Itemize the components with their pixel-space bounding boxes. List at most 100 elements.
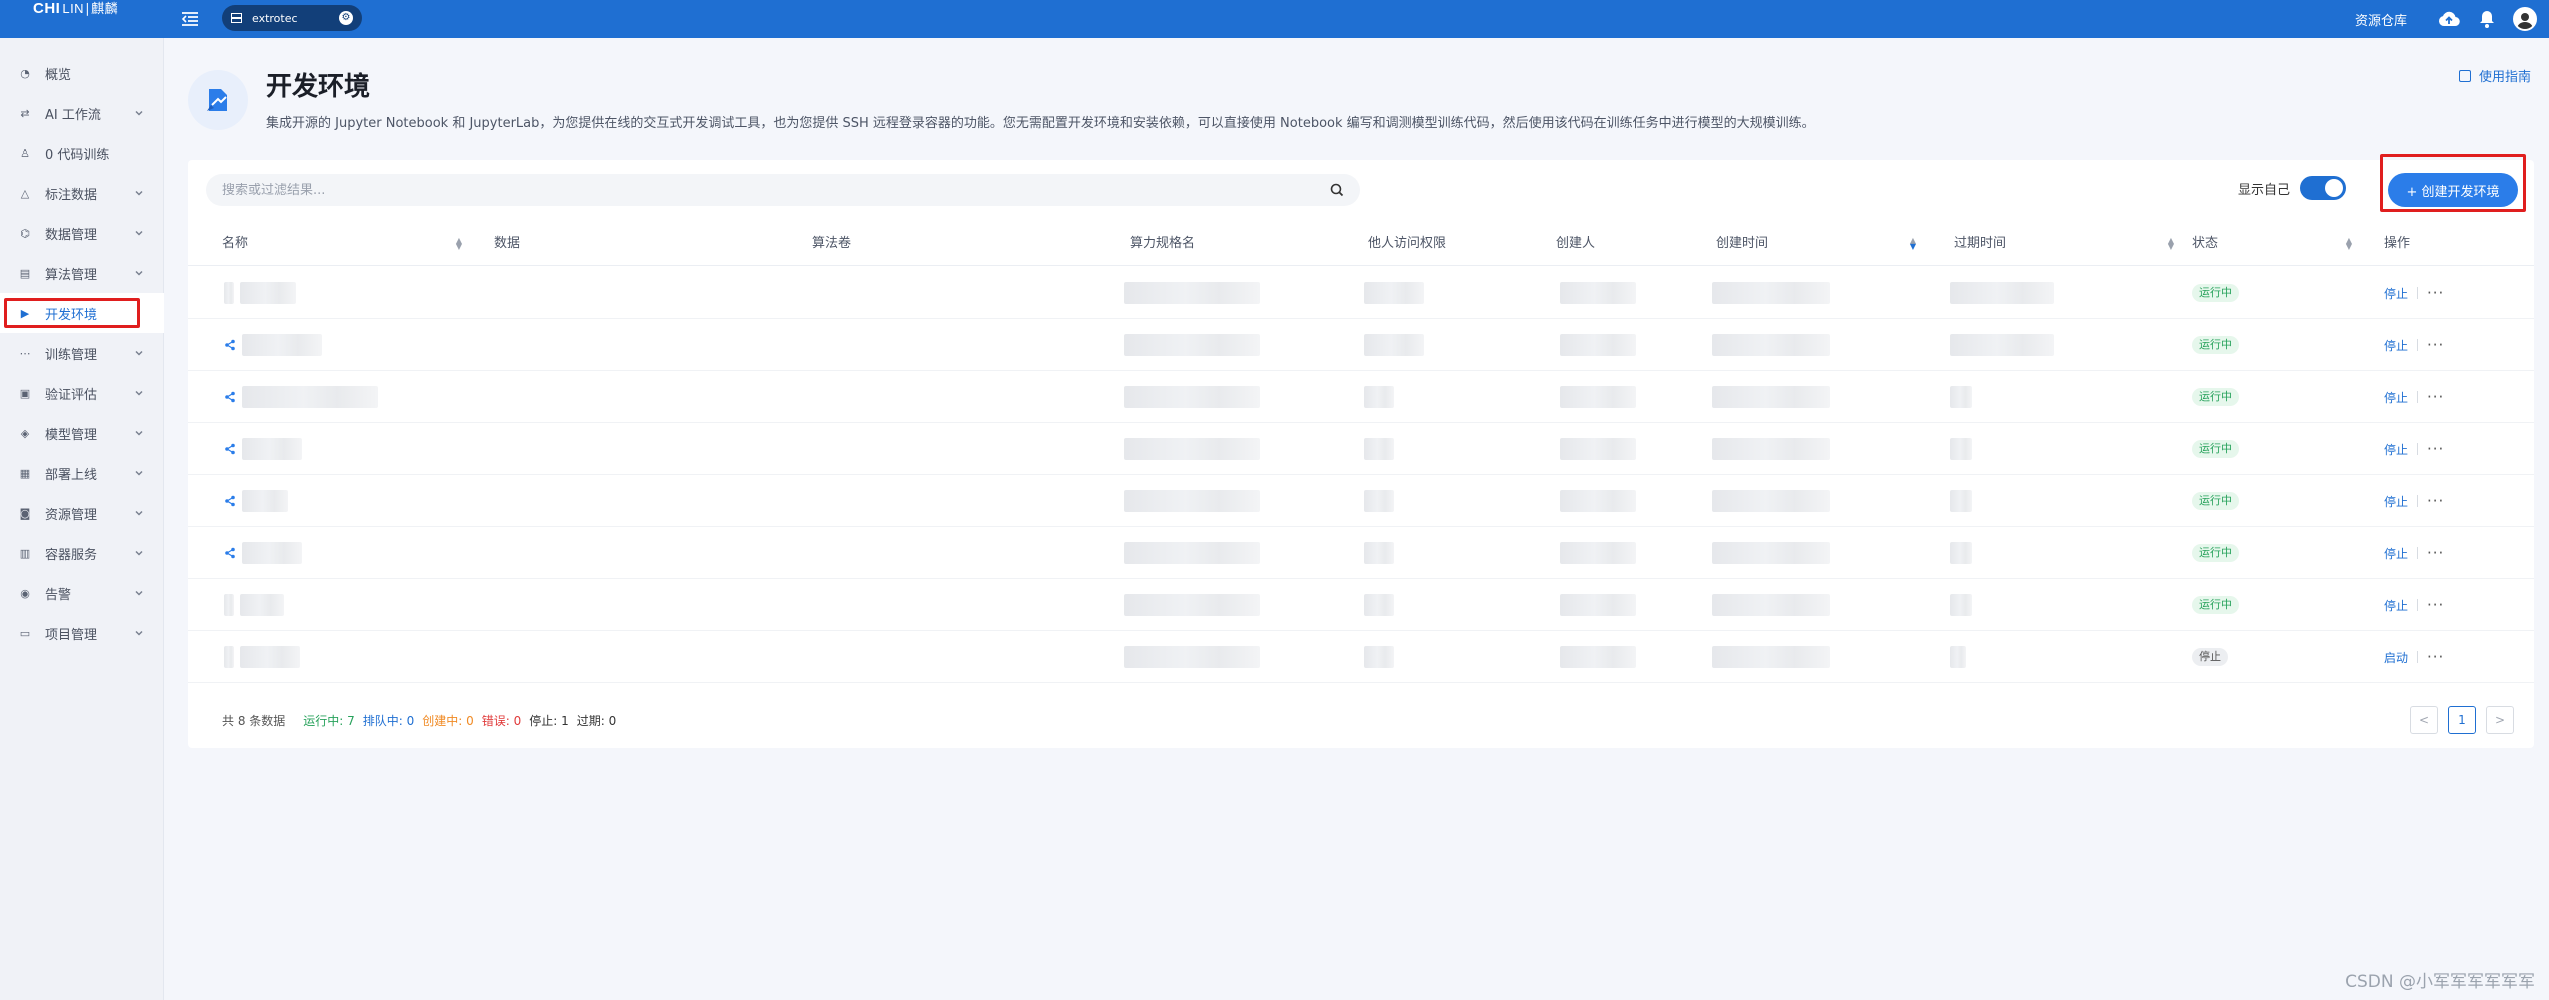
table-row[interactable]: 停止 启动 ··· [188,631,2534,683]
expired-count: 过期: 0 [576,714,617,728]
more-actions-icon[interactable]: ··· [2427,286,2444,301]
chevron-down-icon[interactable] [134,348,144,358]
action-divider [2417,547,2419,559]
actions-cell: 停止 ··· [2384,267,2504,319]
table-row[interactable]: 运行中 停止 ··· [188,475,2534,527]
sidebar-item-3[interactable]: △ 标注数据 [0,173,164,213]
sort-icon[interactable]: ▲ ▼ [2346,237,2352,251]
chevron-down-icon[interactable] [134,468,144,478]
env-name-cell[interactable] [224,631,464,683]
sidebar-item-2[interactable]: ♙ 0 代码训练 [0,133,164,173]
sidebar-item-5[interactable]: ▤ 算法管理 [0,253,164,293]
env-name-cell[interactable] [224,579,464,631]
pagination: < 1 > [2400,706,2514,734]
env-name-cell[interactable] [224,371,464,423]
sidebar-item-6[interactable]: ▶ 开发环境 [0,293,164,333]
access-cell [1364,267,1444,319]
prev-page-button[interactable]: < [2410,706,2438,734]
logo[interactable]: CHI LIN∣麒麟 [33,0,118,20]
more-actions-icon[interactable]: ··· [2427,494,2444,509]
sidebar-item-12[interactable]: ▥ 容器服务 [0,533,164,573]
table-row[interactable]: 运行中 停止 ··· [188,319,2534,371]
chevron-down-icon[interactable] [134,108,144,118]
workspace-settings-icon[interactable]: ⚙ [339,11,353,25]
sidebar-item-13[interactable]: ◉ 告警 [0,573,164,613]
more-actions-icon[interactable]: ··· [2427,650,2444,665]
column-header-7[interactable]: 过期时间 ▲ ▼ [1954,222,2174,266]
usage-guide-link[interactable]: 使用指南 [2458,66,2531,85]
stop-button[interactable]: 停止 [2384,441,2408,458]
search-icon[interactable] [1330,183,1344,197]
sidebar-item-1[interactable]: ⇄ AI 工作流 [0,93,164,133]
create-dev-env-button[interactable]: + 创建开发环境 [2388,173,2518,207]
table-row[interactable]: 运行中 停止 ··· [188,579,2534,631]
action-divider [2417,599,2419,611]
chevron-down-icon[interactable] [134,388,144,398]
project-icon: ▭ [19,626,31,640]
next-page-button[interactable]: > [2486,706,2514,734]
chevron-down-icon[interactable] [134,268,144,278]
chevron-down-icon[interactable] [134,588,144,598]
chevron-down-icon[interactable] [134,428,144,438]
env-name-cell[interactable] [224,527,464,579]
menu-toggle-icon[interactable] [180,9,200,29]
table-row[interactable]: 运行中 停止 ··· [188,371,2534,423]
stop-button[interactable]: 停止 [2384,493,2408,510]
more-actions-icon[interactable]: ··· [2427,546,2444,561]
sidebar-item-11[interactable]: ◙ 资源管理 [0,493,164,533]
page-1-button[interactable]: 1 [2448,706,2476,734]
chevron-down-icon[interactable] [134,628,144,638]
chevron-down-icon[interactable] [134,188,144,198]
table-row[interactable]: 运行中 停止 ··· [188,423,2534,475]
status-badge: 运行中 [2192,284,2239,302]
column-header-8[interactable]: 状态 ▲ ▼ [2192,222,2352,266]
sidebar-item-7[interactable]: ⋯ 训练管理 [0,333,164,373]
stop-button[interactable]: 停止 [2384,285,2408,302]
column-header-0[interactable]: 名称 ▲ ▼ [222,222,462,266]
user-avatar[interactable] [2513,7,2537,31]
workspace-selector[interactable]: extrotec ⚙ [222,5,362,31]
access-cell [1364,423,1444,475]
sidebar-item-4[interactable]: ⌬ 数据管理 [0,213,164,253]
actions-cell: 停止 ··· [2384,475,2504,527]
start-button[interactable]: 启动 [2384,649,2408,666]
column-header-6[interactable]: 创建时间 ▲ ▼ [1716,222,1916,266]
sort-icon[interactable]: ▲ ▼ [1910,237,1916,251]
show-mine-toggle[interactable] [2300,176,2347,200]
stop-button[interactable]: 停止 [2384,545,2408,562]
sort-icon[interactable]: ▲ ▼ [2168,237,2174,251]
sidebar-item-9[interactable]: ◈ 模型管理 [0,413,164,453]
search-bar[interactable] [206,174,1360,206]
chevron-down-icon[interactable] [134,548,144,558]
sidebar-item-0[interactable]: ◔ 概览 [0,53,164,93]
table-row[interactable]: 运行中 停止 ··· [188,527,2534,579]
env-name-cell[interactable] [224,319,464,371]
sidebar-item-8[interactable]: ▣ 验证评估 [0,373,164,413]
more-actions-icon[interactable]: ··· [2427,442,2444,457]
env-name-cell[interactable] [224,267,464,319]
env-name-cell[interactable] [224,475,464,527]
bell-icon[interactable] [2475,7,2499,31]
table-row[interactable]: 运行中 停止 ··· [188,267,2534,319]
sidebar-item-label: 标注数据 [45,187,98,203]
resource-repo-link[interactable]: 资源仓库 [2355,10,2407,29]
model-icon: ◈ [20,426,30,440]
create-time-cell [1712,267,1832,319]
more-actions-icon[interactable]: ··· [2427,598,2444,613]
env-name-cell[interactable] [224,423,464,475]
chevron-down-icon[interactable] [134,508,144,518]
more-actions-icon[interactable]: ··· [2427,390,2444,405]
create-time-cell [1712,371,1832,423]
stop-button[interactable]: 停止 [2384,389,2408,406]
action-divider [2417,391,2419,403]
more-actions-icon[interactable]: ··· [2427,338,2444,353]
chevron-down-icon[interactable] [134,228,144,238]
sidebar-item-14[interactable]: ▭ 项目管理 [0,613,164,653]
search-input[interactable] [222,182,1330,198]
cloud-upload-icon[interactable] [2437,7,2461,31]
status-badge: 运行中 [2192,440,2239,458]
stop-button[interactable]: 停止 [2384,597,2408,614]
sidebar-item-10[interactable]: ▦ 部署上线 [0,453,164,493]
stop-button[interactable]: 停止 [2384,337,2408,354]
sort-icon[interactable]: ▲ ▼ [456,237,462,251]
